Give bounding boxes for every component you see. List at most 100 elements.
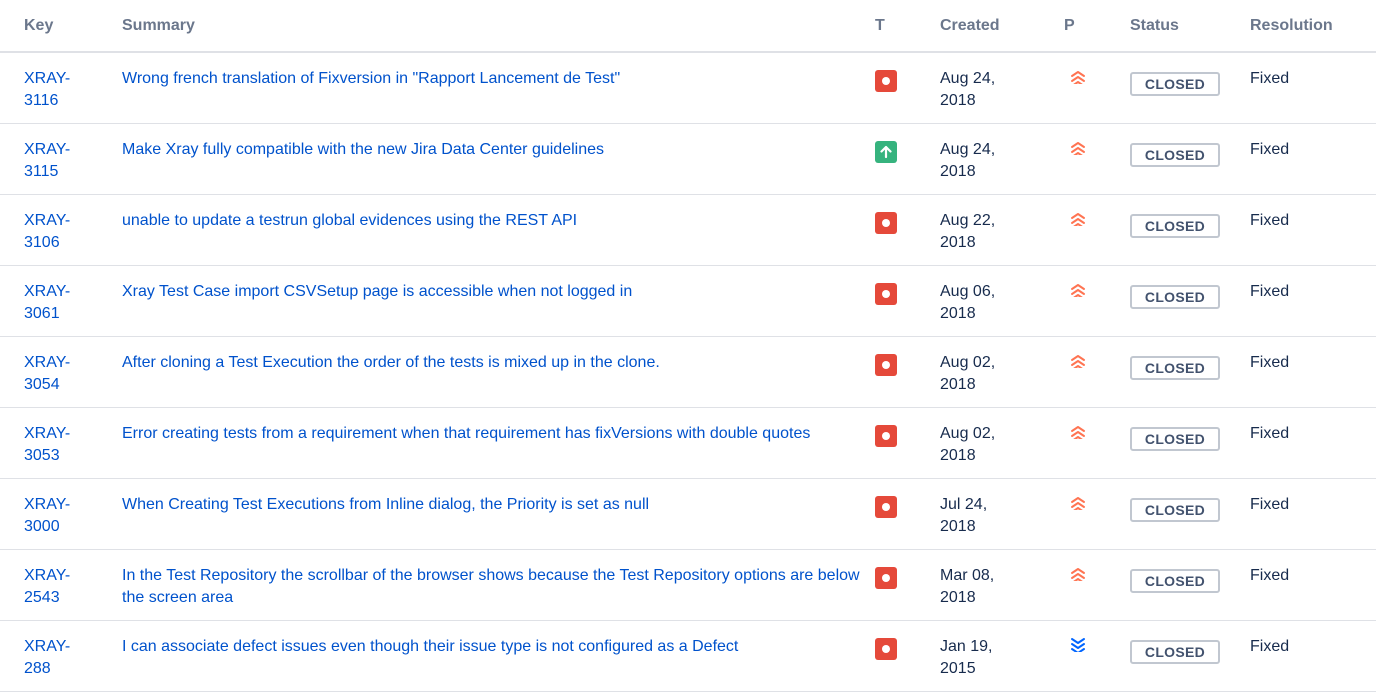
highest-priority-icon bbox=[1064, 565, 1130, 581]
bug-icon bbox=[875, 283, 897, 305]
status-badge: CLOSED bbox=[1130, 285, 1220, 309]
type-cell bbox=[875, 336, 940, 408]
created-date: Aug 02, 2018 bbox=[940, 425, 996, 464]
summary-cell: unable to update a testrun global eviden… bbox=[122, 194, 875, 266]
highest-priority-icon bbox=[1064, 139, 1130, 155]
priority-cell bbox=[1064, 407, 1130, 479]
status-cell: CLOSED bbox=[1130, 478, 1250, 550]
issue-key-link[interactable]: XRAY- 3061 bbox=[24, 283, 70, 322]
issue-summary-link[interactable]: Make Xray fully compatible with the new … bbox=[122, 141, 604, 158]
highest-priority-icon bbox=[1064, 494, 1130, 510]
status-cell: CLOSED bbox=[1130, 194, 1250, 266]
status-badge: CLOSED bbox=[1130, 214, 1220, 238]
issue-summary-link[interactable]: Wrong french translation of Fixversion i… bbox=[122, 70, 620, 87]
table-row: XRAY- 3000 When Creating Test Executions … bbox=[0, 478, 1376, 550]
created-cell: Aug 02, 2018 bbox=[940, 407, 1064, 479]
column-header-resolution[interactable]: Resolution bbox=[1250, 0, 1376, 53]
issue-key-link[interactable]: XRAY- 3000 bbox=[24, 496, 70, 535]
status-cell: CLOSED bbox=[1130, 265, 1250, 337]
resolution-text: Fixed bbox=[1250, 425, 1290, 442]
resolution-cell: Fixed bbox=[1250, 265, 1376, 337]
issue-key-cell: XRAY- 2543 bbox=[0, 549, 122, 621]
status-badge: CLOSED bbox=[1130, 640, 1220, 664]
resolution-cell: Fixed bbox=[1250, 123, 1376, 195]
resolution-text: Fixed bbox=[1250, 496, 1290, 513]
bug-icon bbox=[875, 354, 897, 376]
created-date: Aug 06, 2018 bbox=[940, 283, 996, 322]
table-row: XRAY- 2543 In the Test Repository the scr… bbox=[0, 549, 1376, 621]
created-cell: Mar 08, 2018 bbox=[940, 549, 1064, 621]
status-badge: CLOSED bbox=[1130, 72, 1220, 96]
issue-summary-link[interactable]: In the Test Repository the scrollbar of … bbox=[122, 567, 860, 606]
issue-key-link[interactable]: XRAY- 3053 bbox=[24, 425, 70, 464]
resolution-cell: Fixed bbox=[1250, 336, 1376, 408]
priority-cell bbox=[1064, 620, 1130, 692]
issue-key-cell: XRAY- 3106 bbox=[0, 194, 122, 266]
status-badge: CLOSED bbox=[1130, 569, 1220, 593]
status-badge: CLOSED bbox=[1130, 143, 1220, 167]
column-header-created[interactable]: Created bbox=[940, 0, 1064, 53]
highest-priority-icon bbox=[1064, 352, 1130, 368]
table-row: XRAY- 3106 unable to update a testrun glo… bbox=[0, 194, 1376, 266]
status-cell: CLOSED bbox=[1130, 52, 1250, 124]
improvement-icon bbox=[875, 141, 897, 163]
resolution-text: Fixed bbox=[1250, 567, 1290, 584]
issue-summary-link[interactable]: I can associate defect issues even thoug… bbox=[122, 638, 738, 655]
resolution-cell: Fixed bbox=[1250, 194, 1376, 266]
summary-cell: When Creating Test Executions from Inlin… bbox=[122, 478, 875, 550]
issue-key-cell: XRAY- 3053 bbox=[0, 407, 122, 479]
summary-cell: Xray Test Case import CSVSetup page is a… bbox=[122, 265, 875, 337]
type-cell bbox=[875, 620, 940, 692]
issue-key-link[interactable]: XRAY- 3116 bbox=[24, 70, 70, 109]
created-date: Mar 08, 2018 bbox=[940, 567, 995, 606]
resolution-text: Fixed bbox=[1250, 141, 1290, 158]
status-badge: CLOSED bbox=[1130, 427, 1220, 451]
created-cell: Aug 22, 2018 bbox=[940, 194, 1064, 266]
priority-cell bbox=[1064, 194, 1130, 266]
issue-key-link[interactable]: XRAY- 3106 bbox=[24, 212, 70, 251]
column-header-status[interactable]: Status bbox=[1130, 0, 1250, 53]
type-cell bbox=[875, 52, 940, 124]
resolution-cell: Fixed bbox=[1250, 620, 1376, 692]
status-badge: CLOSED bbox=[1130, 498, 1220, 522]
summary-cell: Make Xray fully compatible with the new … bbox=[122, 123, 875, 195]
issue-summary-link[interactable]: When Creating Test Executions from Inlin… bbox=[122, 496, 649, 513]
issue-key-cell: XRAY- 3115 bbox=[0, 123, 122, 195]
type-cell bbox=[875, 478, 940, 550]
header-row: Key Summary T Created P Status Resolutio… bbox=[0, 0, 1376, 53]
bug-icon bbox=[875, 425, 897, 447]
status-cell: CLOSED bbox=[1130, 620, 1250, 692]
issue-summary-link[interactable]: Error creating tests from a requirement … bbox=[122, 425, 810, 442]
priority-cell bbox=[1064, 336, 1130, 408]
column-header-key[interactable]: Key bbox=[0, 0, 122, 53]
issue-key-link[interactable]: XRAY- 3115 bbox=[24, 141, 70, 180]
summary-cell: In the Test Repository the scrollbar of … bbox=[122, 549, 875, 621]
table-row: XRAY- 3061 Xray Test Case import CSVSetup… bbox=[0, 265, 1376, 337]
table-row: XRAY- 3053 Error creating tests from a re… bbox=[0, 407, 1376, 479]
column-header-summary[interactable]: Summary bbox=[122, 0, 875, 53]
summary-cell: Error creating tests from a requirement … bbox=[122, 407, 875, 479]
issue-key-cell: XRAY- 3054 bbox=[0, 336, 122, 408]
resolution-text: Fixed bbox=[1250, 70, 1290, 87]
issue-key-link[interactable]: XRAY- 288 bbox=[24, 638, 70, 677]
issue-key-link[interactable]: XRAY- 3054 bbox=[24, 354, 70, 393]
highest-priority-icon bbox=[1064, 68, 1130, 84]
bug-icon bbox=[875, 212, 897, 234]
column-header-priority[interactable]: P bbox=[1064, 0, 1130, 53]
highest-priority-icon bbox=[1064, 210, 1130, 226]
resolution-cell: Fixed bbox=[1250, 407, 1376, 479]
type-cell bbox=[875, 265, 940, 337]
summary-cell: I can associate defect issues even thoug… bbox=[122, 620, 875, 692]
created-cell: Aug 24, 2018 bbox=[940, 52, 1064, 124]
resolution-text: Fixed bbox=[1250, 638, 1290, 655]
highest-priority-icon bbox=[1064, 423, 1130, 439]
column-header-type[interactable]: T bbox=[875, 0, 940, 53]
bug-icon bbox=[875, 567, 897, 589]
type-cell bbox=[875, 123, 940, 195]
status-cell: CLOSED bbox=[1130, 407, 1250, 479]
issue-summary-link[interactable]: Xray Test Case import CSVSetup page is a… bbox=[122, 283, 632, 300]
issue-summary-link[interactable]: unable to update a testrun global eviden… bbox=[122, 212, 577, 229]
table-row: XRAY- 288 I can associate defect issues e… bbox=[0, 620, 1376, 692]
issue-summary-link[interactable]: After cloning a Test Execution the order… bbox=[122, 354, 660, 371]
issue-key-link[interactable]: XRAY- 2543 bbox=[24, 567, 70, 606]
